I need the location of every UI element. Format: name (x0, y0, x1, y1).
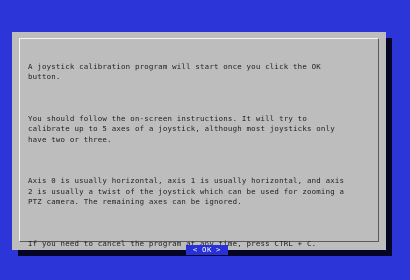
calibration-dialog: A joystick calibration program will star… (12, 32, 386, 250)
message-paragraph: You should follow the on-screen instruct… (28, 113, 335, 144)
message-paragraph: Axis 0 is usually horizontal, axis 1 is … (28, 176, 345, 207)
ok-left-bracket: < (192, 245, 198, 254)
ok-right-bracket: > (216, 245, 222, 254)
ok-button[interactable]: < OK > (186, 245, 228, 255)
message-paragraph: A joystick calibration program will star… (28, 61, 321, 82)
ok-button-label: OK (201, 245, 213, 254)
